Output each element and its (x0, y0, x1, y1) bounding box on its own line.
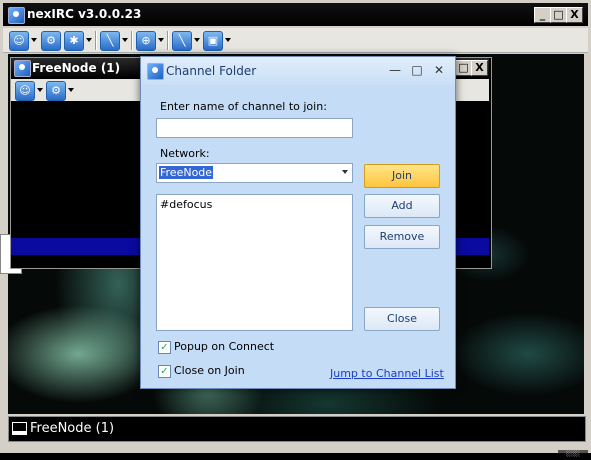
minimize-button[interactable]: _ (534, 7, 551, 23)
close-on-join-label: Close on Join (174, 364, 245, 377)
maximize-button[interactable]: □ (550, 7, 567, 23)
channel-name-label: Enter name of channel to join: (160, 100, 327, 113)
status-bar[interactable]: FreeNode (1) (8, 416, 586, 442)
join-button[interactable]: Join (364, 164, 440, 188)
dialog-close-button[interactable]: ✕ (431, 63, 447, 77)
gear-icon[interactable]: ✱ (64, 31, 84, 51)
network-icon[interactable]: ⊕ (136, 31, 156, 51)
network-window-icon (14, 60, 31, 77)
network-label: Network: (160, 147, 210, 160)
toolbar-separator (167, 31, 169, 50)
remove-button[interactable]: Remove (364, 225, 440, 249)
app-title: nexIRC v3.0.0.23 (27, 7, 142, 21)
dialog-body: Enter name of channel to join: Network: … (141, 85, 455, 388)
app-icon (147, 63, 164, 80)
window-icon[interactable]: ▣ (203, 31, 223, 51)
popup-on-connect-checkbox[interactable]: ✓ (158, 341, 171, 354)
connect-icon[interactable]: ╲ (100, 31, 120, 51)
user-icon[interactable]: ☺ (9, 31, 29, 51)
wallpaper-watermark: ░░░ (558, 450, 588, 460)
main-title-bar[interactable]: nexIRC v3.0.0.23 _ □ X (3, 3, 588, 26)
settings-dropdown-arrow[interactable] (68, 88, 74, 92)
network-dropdown-arrow[interactable] (158, 38, 164, 42)
channel-name-input[interactable] (156, 118, 353, 138)
tools-icon[interactable]: ╲ (172, 31, 192, 51)
user-icon[interactable]: ☺ (15, 81, 35, 101)
child-maximize-button[interactable]: □ (455, 60, 472, 76)
list-item[interactable]: #defocus (160, 198, 212, 211)
settings-icon[interactable]: ⚙ (46, 81, 66, 101)
popup-on-connect-label: Popup on Connect (174, 340, 275, 353)
dialog-maximize-button[interactable]: □ (409, 63, 425, 77)
status-tab-label: FreeNode (1) (30, 421, 115, 436)
channel-list[interactable]: #defocus (156, 194, 353, 331)
child-title: FreeNode (1) (32, 61, 121, 75)
jump-to-channel-list-link[interactable]: Jump to Channel List (330, 367, 444, 380)
child-close-button[interactable]: X (471, 60, 488, 76)
dialog-title-bar[interactable]: Channel Folder — □ ✕ (141, 57, 455, 85)
network-selected-value: FreeNode (159, 166, 214, 179)
settings-icon[interactable]: ⚙ (41, 31, 61, 51)
channel-folder-dialog: Channel Folder — □ ✕ Enter name of chann… (140, 56, 456, 389)
network-select[interactable]: FreeNode (156, 163, 353, 183)
main-toolbar: ☺ ⚙ ✱ ╲ ⊕ ╲ ▣ (3, 28, 588, 53)
gear-dropdown-arrow[interactable] (86, 38, 92, 42)
user-dropdown-arrow[interactable] (31, 38, 37, 42)
toolbar-separator (95, 31, 97, 50)
dialog-title: Channel Folder (166, 64, 257, 78)
window-dropdown-arrow[interactable] (225, 38, 231, 42)
toolbar-separator (131, 31, 133, 50)
window-icon (12, 422, 27, 435)
tools-dropdown-arrow[interactable] (194, 38, 200, 42)
add-button[interactable]: Add (364, 194, 440, 218)
chevron-down-icon[interactable] (342, 170, 348, 174)
dialog-minimize-button[interactable]: — (387, 63, 403, 77)
close-button[interactable]: Close (364, 307, 440, 331)
close-button[interactable]: X (566, 7, 583, 23)
close-on-join-checkbox[interactable]: ✓ (158, 365, 171, 378)
connect-dropdown-arrow[interactable] (122, 38, 128, 42)
user-dropdown-arrow[interactable] (37, 88, 43, 92)
app-icon (8, 7, 25, 24)
